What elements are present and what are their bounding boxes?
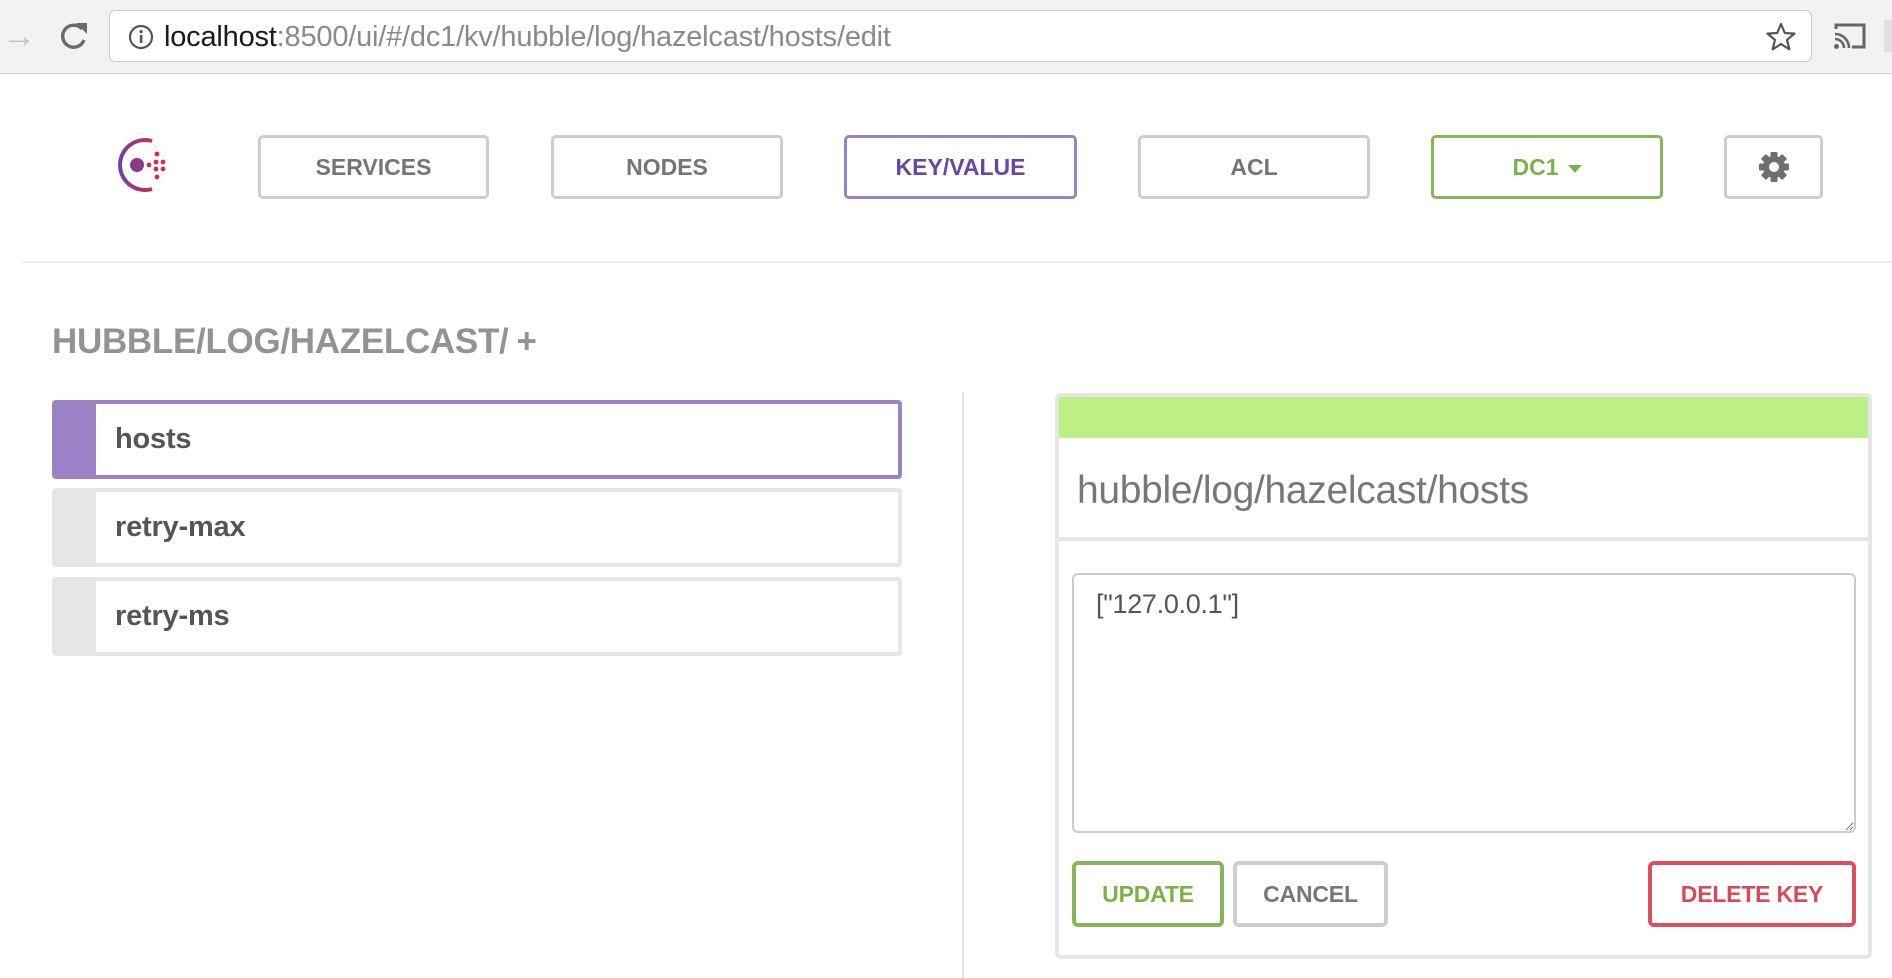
gear-icon bbox=[1758, 152, 1789, 182]
key-item-label: hosts bbox=[115, 423, 192, 455]
url-path: :8500/ui/#/dc1/kv/hubble/log/hazelcast/h… bbox=[276, 21, 891, 53]
panel-separator bbox=[1059, 537, 1868, 541]
key-item-label: retry-max bbox=[115, 511, 246, 543]
consul-logo-icon[interactable] bbox=[110, 132, 176, 198]
nav-key-value-label: KEY/VALUE bbox=[895, 153, 1026, 180]
key-path-title: hubble/log/hazelcast/hosts bbox=[1077, 469, 1529, 512]
key-list-item-retry-ms[interactable]: retry-ms bbox=[52, 577, 902, 656]
column-divider bbox=[962, 392, 964, 978]
bookmark-star-icon[interactable] bbox=[1765, 21, 1797, 53]
key-item-indicator bbox=[56, 404, 96, 475]
delete-key-button[interactable]: DELETE KEY bbox=[1648, 861, 1856, 927]
update-button[interactable]: UPDATE bbox=[1072, 861, 1224, 927]
info-icon[interactable] bbox=[128, 24, 154, 50]
nav-services-label: SERVICES bbox=[315, 153, 432, 180]
value-textarea[interactable]: ["127.0.0.1"] bbox=[1072, 573, 1856, 833]
cast-icon[interactable] bbox=[1832, 20, 1868, 52]
key-item-indicator bbox=[56, 581, 96, 652]
reload-icon[interactable] bbox=[56, 18, 90, 54]
nav-key-value-button[interactable]: KEY/VALUE bbox=[844, 135, 1077, 199]
datacenter-label: DC1 bbox=[1512, 153, 1559, 180]
caret-down-icon bbox=[1567, 164, 1582, 173]
header-divider bbox=[22, 261, 1892, 263]
nav-acl-button[interactable]: ACL bbox=[1138, 135, 1370, 199]
key-edit-panel: hubble/log/hazelcast/hosts ["127.0.0.1"]… bbox=[1055, 393, 1872, 959]
kv-path-heading: HUBBLE/LOG/HAZELCAST/+ bbox=[52, 322, 537, 362]
nav-services-button[interactable]: SERVICES bbox=[258, 135, 489, 199]
nav-nodes-label: NODES bbox=[626, 153, 708, 180]
kv-path-text: HUBBLE/LOG/HAZELCAST/ bbox=[52, 322, 509, 361]
key-list-item-retry-max[interactable]: retry-max bbox=[52, 488, 902, 567]
browser-menu-icon[interactable] bbox=[1884, 20, 1892, 52]
settings-button[interactable] bbox=[1724, 135, 1823, 199]
status-band bbox=[1059, 397, 1868, 438]
forward-icon[interactable]: → bbox=[2, 18, 36, 54]
address-bar[interactable]: localhost:8500/ui/#/dc1/kv/hubble/log/ha… bbox=[109, 10, 1812, 62]
add-key-button[interactable]: + bbox=[516, 322, 536, 361]
key-item-label: retry-ms bbox=[115, 600, 230, 632]
nav-nodes-button[interactable]: NODES bbox=[551, 135, 783, 199]
key-list-item-hosts[interactable]: hosts bbox=[52, 400, 902, 479]
url-host: localhost bbox=[164, 21, 277, 53]
url-text[interactable]: localhost:8500/ui/#/dc1/kv/hubble/log/ha… bbox=[164, 20, 891, 54]
nav-acl-label: ACL bbox=[1230, 153, 1278, 180]
browser-toolbar: → localhost:8500/ui/#/dc1/kv/hubble/log/… bbox=[0, 0, 1892, 74]
key-item-indicator bbox=[56, 492, 96, 563]
datacenter-dropdown[interactable]: DC1 bbox=[1431, 135, 1663, 199]
cancel-button[interactable]: CANCEL bbox=[1233, 861, 1388, 927]
